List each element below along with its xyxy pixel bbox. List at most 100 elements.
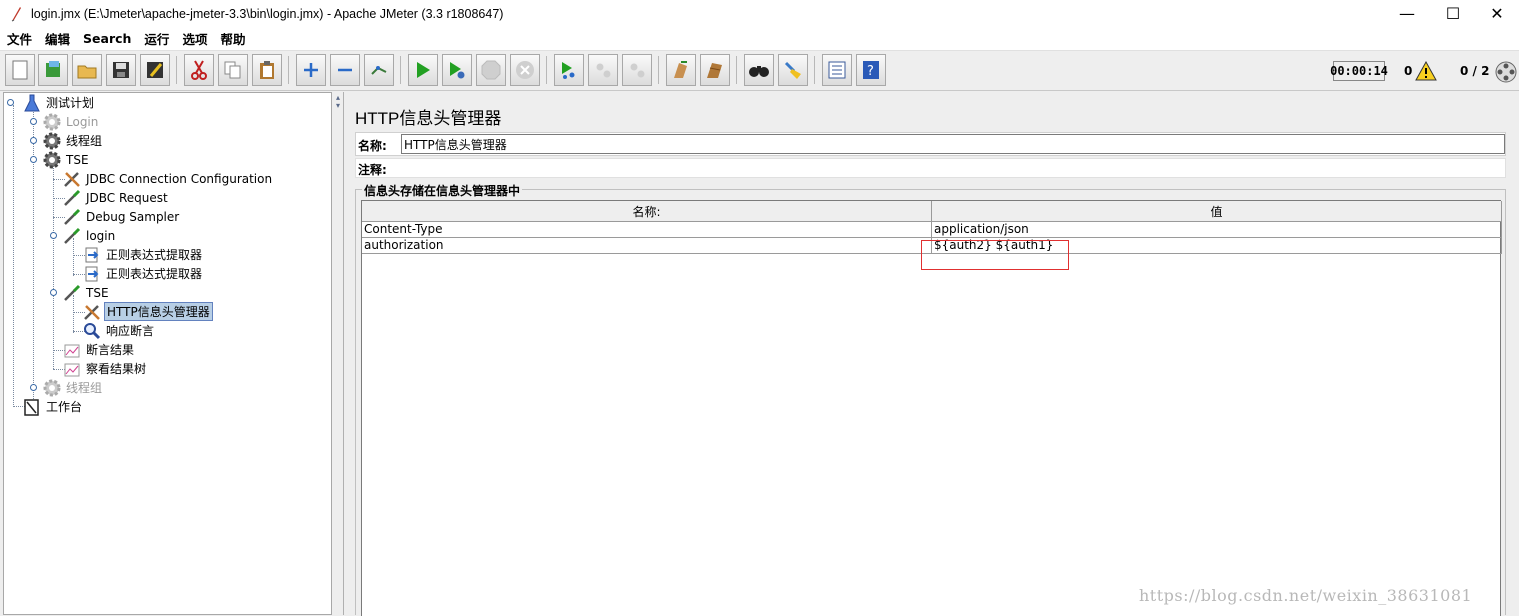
copy-button[interactable]: [218, 54, 248, 86]
search-button[interactable]: [744, 54, 774, 86]
function-helper-button[interactable]: [822, 54, 852, 86]
copy-icon: [224, 61, 242, 79]
listener-chart-icon: [63, 360, 81, 378]
pipette-icon: [63, 189, 81, 207]
remote-start-button[interactable]: [554, 54, 584, 86]
test-plan-tree[interactable]: 测试计划 Login 线程组 TSE JDBC Connection Confi…: [3, 92, 332, 615]
reset-search-button[interactable]: [778, 54, 808, 86]
name-row: 名称:: [355, 132, 1506, 156]
menu-options[interactable]: 选项: [175, 29, 213, 48]
menu-help[interactable]: 帮助: [213, 29, 251, 48]
tree-node-regex-extractor-1[interactable]: 正则表达式提取器: [83, 245, 204, 264]
comment-row: 注释:: [355, 158, 1506, 178]
column-header-name[interactable]: 名称:: [362, 201, 932, 222]
help-icon: ?: [862, 60, 880, 80]
stop-button[interactable]: [476, 54, 506, 86]
remote-stop-icon: [594, 61, 612, 79]
start-button[interactable]: [408, 54, 438, 86]
tree-node-regex-extractor-2[interactable]: 正则表达式提取器: [83, 264, 204, 283]
open-button[interactable]: [72, 54, 102, 86]
column-header-value[interactable]: 值: [932, 201, 1502, 222]
jmeter-feather-icon: [9, 6, 23, 22]
save-icon: [112, 61, 130, 79]
remote-shutdown-icon: [628, 61, 646, 79]
tree-node-debug-sampler[interactable]: Debug Sampler: [63, 207, 181, 226]
post-processor-icon: [83, 246, 101, 264]
gear-icon: [43, 151, 61, 169]
svg-text:?: ?: [867, 64, 874, 79]
save-as-icon: [146, 61, 164, 79]
save-button[interactable]: [106, 54, 136, 86]
tree-node-jdbc-request[interactable]: JDBC Request: [63, 188, 170, 207]
help-button[interactable]: ?: [856, 54, 886, 86]
minimize-button[interactable]: —: [1384, 0, 1430, 27]
pipette-icon: [63, 284, 81, 302]
toggle-icon: [370, 62, 388, 78]
table-cell-name[interactable]: authorization: [362, 238, 932, 254]
collapse-all-button[interactable]: [330, 54, 360, 86]
cut-button[interactable]: [184, 54, 214, 86]
group-title: 信息头存储在信息头管理器中: [362, 182, 523, 199]
pipette-icon: [63, 208, 81, 226]
error-count: 0: [1404, 64, 1413, 78]
remote-hosts-icon[interactable]: [1495, 61, 1517, 86]
function-helper-icon: [828, 61, 846, 79]
tree-node-tse-sampler[interactable]: TSE: [63, 283, 111, 302]
test-plan-icon: [23, 94, 41, 112]
templates-icon: [43, 60, 63, 80]
shutdown-button[interactable]: [510, 54, 540, 86]
wrench-screwdriver-icon: [63, 170, 81, 188]
window-title: login.jmx (E:\Jmeter\apache-jmeter-3.3\b…: [31, 6, 504, 21]
split-pane-divider[interactable]: ▴ ▾: [333, 92, 342, 615]
panel-title: HTTP信息头管理器: [355, 109, 502, 128]
tree-node-response-assertion[interactable]: 响应断言: [83, 321, 156, 340]
clear-all-button[interactable]: [700, 54, 730, 86]
name-label: 名称:: [358, 139, 387, 153]
expand-all-button[interactable]: [296, 54, 326, 86]
tree-node-view-results-tree[interactable]: 察看结果树: [63, 359, 148, 378]
tree-node-login-threadgroup[interactable]: Login: [43, 112, 100, 131]
save-as-button[interactable]: [140, 54, 170, 86]
broom-icon: [783, 60, 803, 80]
templates-button[interactable]: [38, 54, 68, 86]
name-input[interactable]: [401, 134, 1505, 154]
maximize-button[interactable]: ☐: [1430, 0, 1476, 27]
remote-shutdown-button[interactable]: [622, 54, 652, 86]
new-button[interactable]: [5, 54, 35, 86]
comment-input[interactable]: [396, 159, 1505, 177]
start-no-pause-icon: [448, 61, 466, 79]
tree-node-http-header-manager[interactable]: HTTP信息头管理器: [83, 302, 213, 321]
tree-node-jdbc-config[interactable]: JDBC Connection Configuration: [63, 169, 274, 188]
binoculars-icon: [748, 62, 770, 78]
menu-run[interactable]: 运行: [137, 29, 175, 48]
remote-start-icon: [560, 61, 578, 79]
cut-icon: [190, 60, 208, 80]
start-no-pause-button[interactable]: [442, 54, 472, 86]
menu-file[interactable]: 文件: [0, 29, 38, 48]
paste-button[interactable]: [252, 54, 282, 86]
warning-icon[interactable]: [1415, 60, 1437, 84]
tree-node-test-plan[interactable]: 测试计划: [23, 93, 96, 112]
close-button[interactable]: ✕: [1474, 0, 1519, 27]
tree-node-workbench[interactable]: 工作台: [23, 397, 84, 416]
tree-node-assertion-results[interactable]: 断言结果: [63, 340, 136, 359]
pipette-icon: [63, 227, 81, 245]
stop-icon: [481, 60, 501, 80]
tree-node-threadgroup[interactable]: 线程组: [43, 131, 104, 150]
elapsed-timer: 00:00:14: [1330, 61, 1388, 81]
clear-icon: [671, 60, 691, 80]
gear-icon: [43, 113, 61, 131]
tree-node-tse-threadgroup[interactable]: TSE: [43, 150, 91, 169]
remote-stop-button[interactable]: [588, 54, 618, 86]
table-cell-value[interactable]: application/json: [932, 222, 1502, 238]
menu-search[interactable]: Search: [76, 31, 137, 46]
wrench-screwdriver-icon: [83, 303, 101, 321]
tree-node-login-sampler[interactable]: login: [63, 226, 117, 245]
menu-edit[interactable]: 编辑: [38, 29, 76, 48]
tree-node-threadgroup-disabled[interactable]: 线程组: [43, 378, 104, 397]
watermark: https://blog.csdn.net/weixin_38631081: [1139, 586, 1473, 605]
toggle-button[interactable]: [364, 54, 394, 86]
clear-button[interactable]: [666, 54, 696, 86]
table-cell-name[interactable]: Content-Type: [362, 222, 932, 238]
toolbar: ?: [0, 51, 1519, 91]
